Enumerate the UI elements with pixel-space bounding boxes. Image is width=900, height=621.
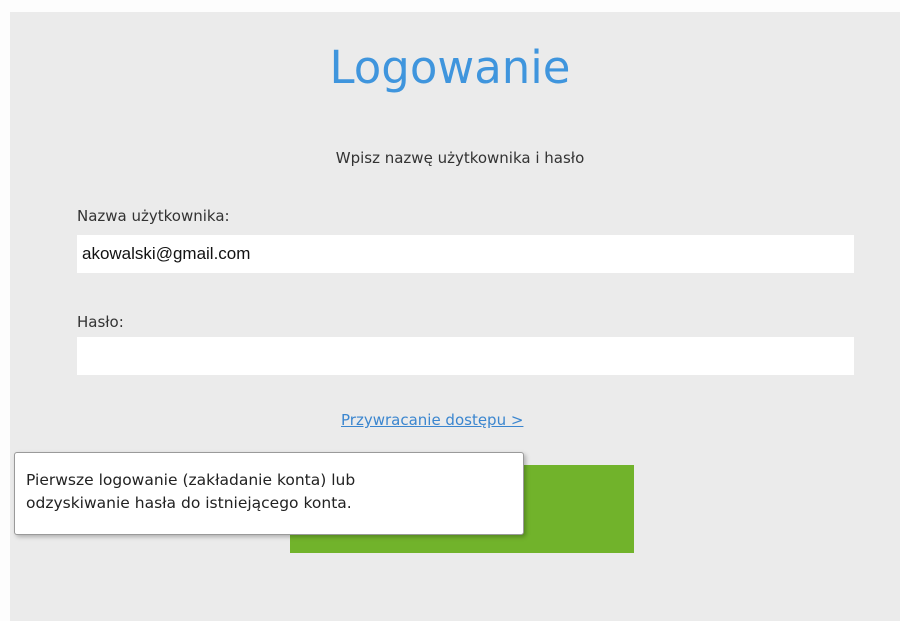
password-label: Hasło: — [77, 313, 124, 331]
tooltip-line-1: Pierwsze logowanie (zakładanie konta) lu… — [26, 471, 356, 489]
recover-access-link[interactable]: Przywracanie dostępu > — [341, 411, 523, 429]
login-instructions: Wpisz nazwę użytkownika i hasło — [335, 149, 585, 167]
page-title: Logowanie — [329, 41, 571, 94]
username-label: Nazwa użytkownika: — [77, 207, 230, 225]
login-page: Logowanie Wpisz nazwę użytkownika i hasł… — [0, 0, 900, 621]
password-input[interactable] — [77, 337, 854, 375]
username-input[interactable] — [77, 235, 854, 273]
tooltip-line-2: odzyskiwanie hasła do istniejącego konta… — [26, 494, 352, 512]
recover-access-tooltip: Pierwsze logowanie (zakładanie konta) lu… — [14, 452, 524, 535]
